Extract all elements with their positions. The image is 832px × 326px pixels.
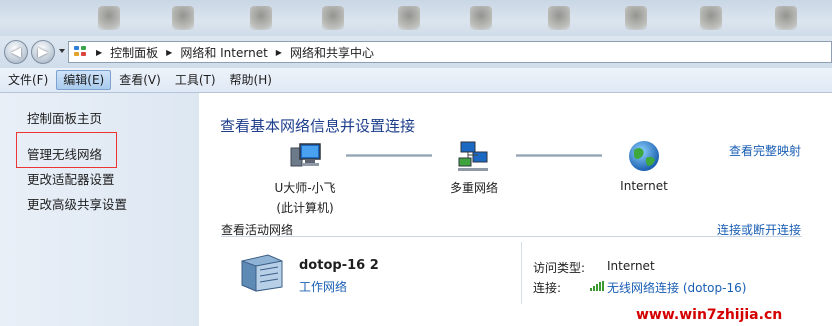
menu-edit[interactable]: 编辑(E) xyxy=(56,70,112,90)
chevron-right-icon[interactable]: ▶ xyxy=(166,48,172,57)
access-type-label: 访问类型: xyxy=(533,261,586,275)
breadcrumb-segment: ▶ 网络和 Internet xyxy=(166,44,268,61)
signal-strength-icon xyxy=(590,280,604,294)
network-name: dotop-16 2 xyxy=(299,258,379,273)
network-type-link[interactable]: 工作网络 xyxy=(299,278,347,295)
menu-file[interactable]: 文件(F) xyxy=(2,70,54,90)
menu-view[interactable]: 查看(V) xyxy=(113,70,167,90)
watermark: www.win7zhijia.cn xyxy=(636,307,783,323)
map-node-multiple-networks[interactable]: 多重网络 xyxy=(440,138,508,196)
sidebar-item-control-panel-home[interactable]: 控制面板主页 xyxy=(27,108,102,127)
computer-subtitle: (此计算机) xyxy=(276,201,334,215)
chevron-right-icon[interactable]: ▶ xyxy=(276,48,282,57)
blurred-desktop-icon xyxy=(250,6,272,30)
breadcrumb-sharing-center[interactable]: 网络和共享中心 xyxy=(290,44,374,61)
menu-tools[interactable]: 工具(T) xyxy=(169,70,222,90)
internet-label: Internet xyxy=(620,179,668,193)
sidebar-item-advanced-sharing[interactable]: 更改高级共享设置 xyxy=(27,194,127,213)
computer-name: U大师-小飞 xyxy=(274,181,336,195)
highlight-box xyxy=(16,132,117,168)
menu-bar: 文件(F) 编辑(E) 查看(V) 工具(T) 帮助(H) xyxy=(0,68,832,93)
recent-pages-dropdown-icon[interactable] xyxy=(59,49,65,53)
see-full-map-link[interactable]: 查看完整映射 xyxy=(729,142,801,159)
network-icon xyxy=(458,141,488,171)
connection-line xyxy=(516,154,602,157)
access-type-value: Internet xyxy=(607,259,655,273)
breadcrumb-segment: ▶ 网络和共享中心 xyxy=(276,44,374,61)
blurred-desktop-icon xyxy=(775,6,797,30)
blurred-desktop-icon xyxy=(548,6,570,30)
blurred-desktop-icon xyxy=(700,6,722,30)
map-node-computer[interactable]: U大师-小飞 (此计算机) xyxy=(268,138,342,216)
blurred-desktop-icon xyxy=(172,6,194,30)
section-divider xyxy=(221,236,802,237)
page-title: 查看基本网络信息并设置连接 xyxy=(220,117,416,135)
arrow-right-icon: ▶ xyxy=(38,44,48,60)
control-panel-icon xyxy=(74,46,88,58)
sidebar-item-adapter-settings[interactable]: 更改适配器设置 xyxy=(27,169,115,188)
computer-icon xyxy=(290,143,321,167)
breadcrumb-control-panel[interactable]: 控制面板 xyxy=(110,44,158,61)
arrow-left-icon: ◀ xyxy=(11,44,21,60)
blurred-desktop-icon xyxy=(625,6,647,30)
map-node-internet[interactable]: Internet xyxy=(612,138,676,193)
navigation-bar: ◀ ▶ ▶ 控制面板 ▶ 网络和 Internet ▶ 网络和共享中心 xyxy=(0,36,832,68)
back-button[interactable]: ◀ xyxy=(4,40,28,64)
blurred-desktop-icon xyxy=(322,6,344,30)
breadcrumb-arrow[interactable]: ▶ 控制面板 xyxy=(96,44,158,61)
blurred-desktop-icon xyxy=(470,6,492,30)
network-building-icon xyxy=(238,251,286,296)
column-divider xyxy=(521,242,522,304)
chevron-right-icon: ▶ xyxy=(96,47,103,57)
window-titlebar xyxy=(0,0,832,36)
menu-help[interactable]: 帮助(H) xyxy=(224,70,278,90)
connection-label: 连接: xyxy=(533,281,562,295)
blurred-desktop-icon xyxy=(398,6,420,30)
connection-line xyxy=(346,154,432,157)
globe-icon xyxy=(629,141,659,171)
blurred-desktop-icon xyxy=(98,6,120,30)
address-bar[interactable]: ▶ 控制面板 ▶ 网络和 Internet ▶ 网络和共享中心 xyxy=(68,41,832,63)
multiple-networks-label: 多重网络 xyxy=(449,181,498,195)
wireless-connection-link[interactable]: 无线网络连接 (dotop-16) xyxy=(607,279,746,296)
forward-button[interactable]: ▶ xyxy=(31,40,55,64)
breadcrumb-network-internet[interactable]: 网络和 Internet xyxy=(180,44,267,61)
